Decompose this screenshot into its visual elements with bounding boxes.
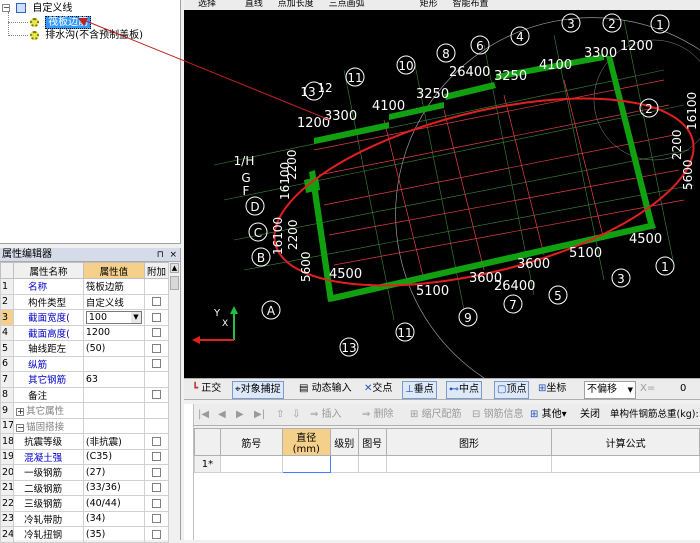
rebar-grid: 筋号 直径(mm) 级别 图号 图形 计算公式 1* <box>194 428 700 540</box>
insert-button[interactable]: ⇒ 插入 <box>310 404 342 426</box>
header-shape: 图形 <box>385 428 553 456</box>
perpendicular-icon: ⊥ <box>405 384 414 395</box>
header-shape-no: 图号 <box>357 428 387 456</box>
chevron-down-icon: ▼ <box>627 386 633 394</box>
intersection-button[interactable]: ✕交点 <box>364 379 392 399</box>
nav-last-icon[interactable]: ▶| <box>254 404 265 426</box>
row-number: 1* <box>194 455 221 473</box>
nav-prev-icon[interactable]: ◀ <box>218 404 226 426</box>
ruler-rebar-button[interactable]: ⊞ 缩尺配筋 <box>410 404 462 426</box>
corner-cell <box>194 428 221 456</box>
rebar-info-button[interactable]: ⊟ 钢筋信息 <box>472 404 524 426</box>
object-snap-button[interactable]: ⌖对象捕捉 <box>232 381 284 399</box>
nav-next-icon[interactable]: ▶ <box>236 404 244 426</box>
grid-left-strip <box>184 404 194 540</box>
ortho-icon: ┗ <box>192 383 199 394</box>
perpendicular-button[interactable]: ⊥垂点 <box>402 381 437 399</box>
midpoint-icon: ⊷ <box>449 384 459 395</box>
cell-shape-no[interactable] <box>357 455 387 473</box>
x-value[interactable]: 0 <box>680 379 686 399</box>
vertex-button[interactable]: ▢顶点 <box>494 381 530 399</box>
header-formula: 计算公式 <box>551 428 700 456</box>
rebar-grid-toolbar: |◀ ◀ ▶ ▶| ⇧ ⇩ ⇒ 插入 ⇒ 删除 ⊞ 缩尺配筋 ⊟ 钢筋信息 ⊞ … <box>184 404 700 426</box>
table-row[interactable]: 1* <box>194 455 700 473</box>
cell-diameter[interactable] <box>281 455 331 473</box>
nav-first-icon[interactable]: |◀ <box>198 404 209 426</box>
other-button[interactable]: ⊞ 其他▾ <box>530 404 567 426</box>
offset-select[interactable]: 不偏移 ▼ <box>584 381 636 399</box>
rebar-table: 筋号 直径(mm) 级别 图号 图形 计算公式 1* <box>194 428 700 473</box>
cell-grade[interactable] <box>329 455 359 473</box>
total-weight-label: 单构件钢筋总重(kg): <box>610 409 699 420</box>
header-bar-no: 筋号 <box>219 428 283 456</box>
close-button[interactable]: 关闭 <box>580 404 600 426</box>
cell-bar-no[interactable] <box>219 455 283 473</box>
cell-formula[interactable] <box>551 455 700 473</box>
other-icon: ⊞ <box>530 409 539 420</box>
move-up-icon[interactable]: ⇧ <box>276 404 284 426</box>
header-grade: 级别 <box>329 428 359 456</box>
dynamic-input-button[interactable]: ▤ 动态输入 <box>299 379 352 399</box>
dynamic-input-icon: ▤ <box>299 383 309 394</box>
ortho-button[interactable]: ┗ 正交 <box>192 379 221 399</box>
move-down-icon[interactable]: ⇩ <box>292 404 300 426</box>
header-diameter: 直径(mm) <box>281 428 331 456</box>
snap-toolbar: ┗ 正交 ⌖对象捕捉 ▤ 动态输入 ✕交点 ⊥垂点 ⊷中点 ▢顶点 ⊞坐标 不偏… <box>184 378 700 400</box>
x-label: X= <box>640 383 656 394</box>
cell-shape[interactable] <box>385 455 553 473</box>
coordinate-button[interactable]: ⊞坐标 <box>538 379 566 399</box>
midpoint-button[interactable]: ⊷中点 <box>446 381 482 399</box>
delete-button[interactable]: ⇒ 删除 <box>362 404 394 426</box>
